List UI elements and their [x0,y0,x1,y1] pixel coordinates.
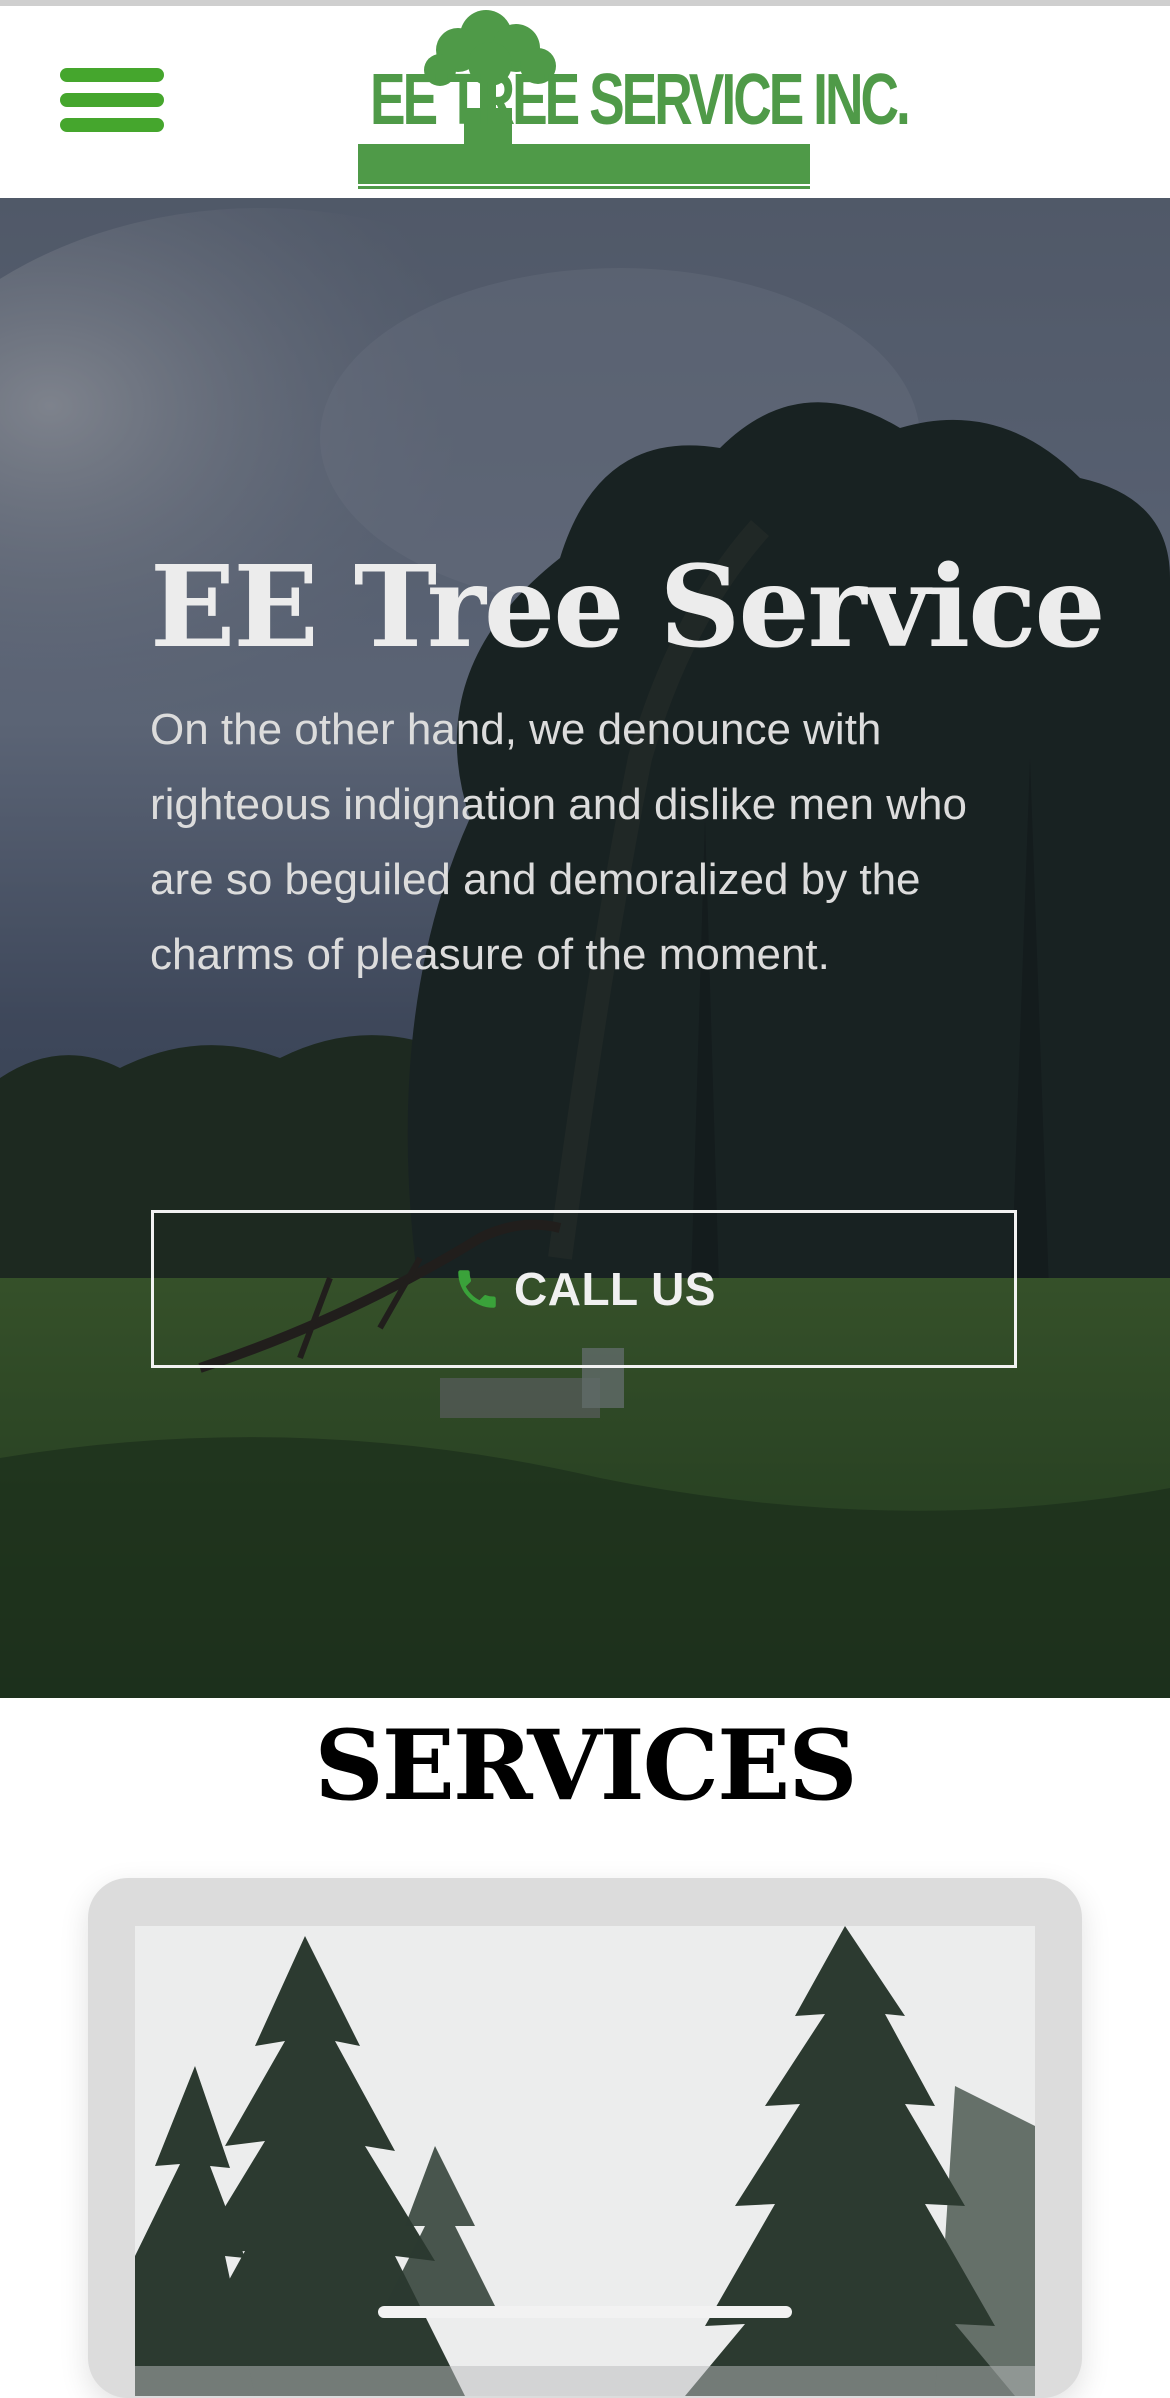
hero-section: EE Tree Service On the other hand, we de… [0,198,1170,1698]
menu-bar [60,118,164,132]
service-image [135,1926,1035,2396]
logo-wordmark: EE TREE SERVICE INC. [370,60,911,140]
hero-title: EE Tree Service [150,542,1106,673]
logo-underline [358,186,810,189]
company-logo[interactable]: EE TREE SERVICE INC. [358,6,911,192]
menu-bar [60,68,164,82]
call-us-button[interactable]: CALL US [151,1210,1017,1368]
services-heading: SERVICES [314,1709,857,1822]
site-header: EE TREE SERVICE INC. [0,6,1170,198]
home-indicator [378,2306,792,2318]
service-card[interactable] [88,1878,1082,2398]
menu-bar [60,93,164,107]
hamburger-menu-icon[interactable] [60,62,164,138]
phone-icon [458,1270,496,1308]
pine-trees-image [135,1926,1035,2396]
hero-description: On the other hand, we denounce with righ… [150,705,967,979]
logo-ground [358,144,810,184]
call-us-label: CALL US [514,1263,716,1315]
